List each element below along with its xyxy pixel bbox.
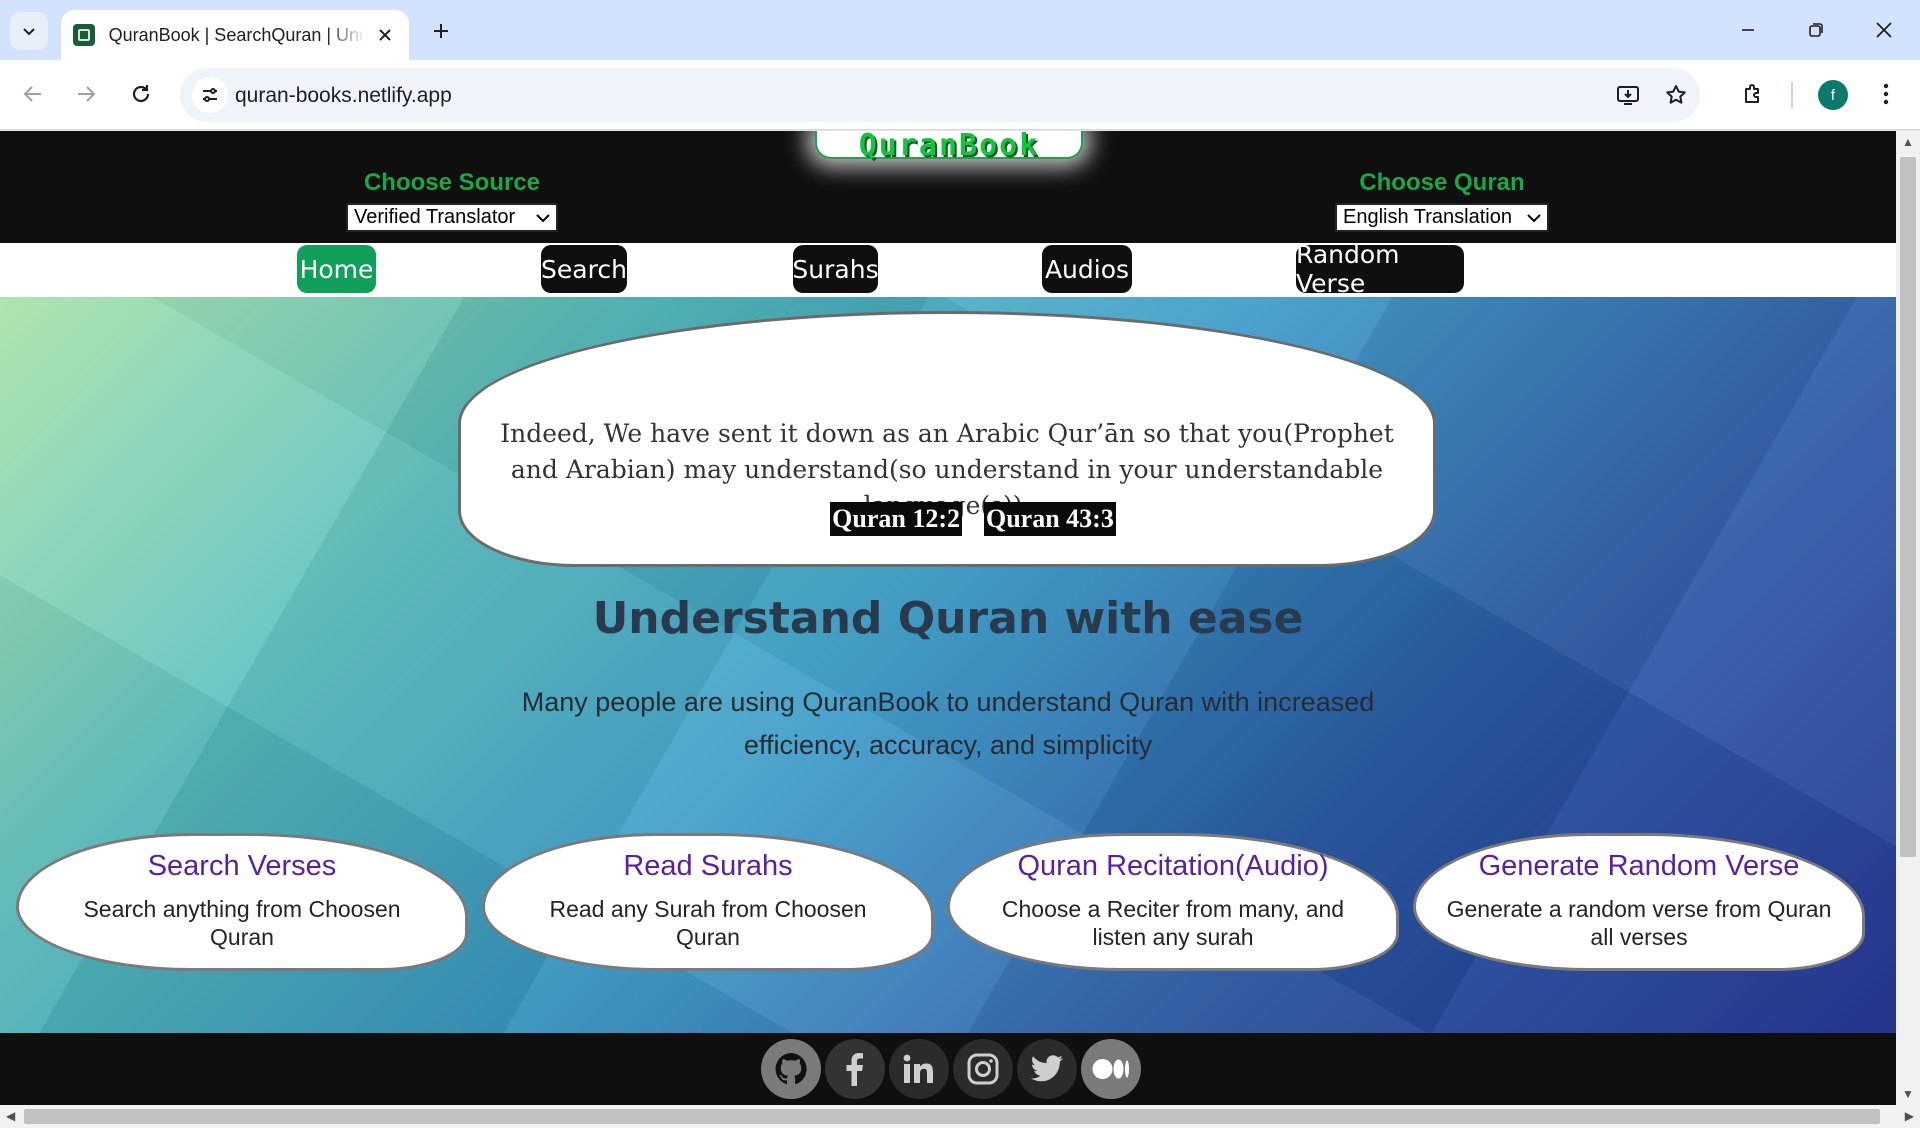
feature-card-search[interactable]: Search Verses Search anything from Choos… — [16, 833, 468, 971]
source-selected-value: Verified Translator — [354, 206, 516, 228]
scroll-up-arrow-icon[interactable]: ▲ — [1902, 135, 1914, 149]
feature-description: Choose a Reciter from many, and listen a… — [1001, 896, 1345, 950]
new-tab-button[interactable] — [424, 14, 458, 48]
feature-card-random[interactable]: Generate Random Verse Generate a random … — [1413, 833, 1865, 971]
nav-audios[interactable]: Audios — [1042, 245, 1132, 293]
choose-quran-group: Choose Quran English Translation — [1335, 169, 1549, 232]
more-vertical-icon — [1883, 83, 1889, 105]
verse-ref-link[interactable]: Quran 12:2 — [830, 502, 962, 536]
toolbar-divider — [1791, 82, 1793, 108]
logo-text: QuranBook — [858, 131, 1040, 163]
active-tab[interactable]: QuranBook | SearchQuran | Understand Qur… — [61, 10, 409, 60]
star-icon — [1666, 85, 1686, 104]
chevron-down-icon — [536, 213, 550, 222]
horizontal-scrollbar-thumb[interactable] — [24, 1109, 1880, 1124]
restore-icon — [1809, 23, 1823, 37]
arrow-left-icon — [23, 86, 41, 102]
quran-select[interactable]: English Translation — [1335, 203, 1549, 232]
install-app-button[interactable] — [1610, 77, 1646, 113]
minimize-button[interactable] — [1722, 8, 1774, 52]
nav-search[interactable]: Search — [541, 245, 627, 293]
feature-description: Search anything from Choosen Quran — [83, 896, 401, 950]
medium-link[interactable] — [1081, 1039, 1141, 1099]
quranbook-favicon-icon — [73, 24, 95, 46]
feature-title: Quran Recitation(Audio) — [1017, 850, 1329, 882]
hero-section: Indeed, We have sent it down as an Arabi… — [0, 297, 1896, 1033]
verse-references: Quran 12:2 Quran 43:3 — [461, 502, 1433, 536]
tab-search-button[interactable] — [10, 12, 48, 50]
nav-home[interactable]: Home — [297, 245, 376, 293]
vertical-scrollbar[interactable]: ▲ ▼ — [1896, 131, 1920, 1105]
browser-toolbar: quran-books.netlify.app f — [0, 60, 1920, 130]
puzzle-icon — [1745, 84, 1759, 103]
browser-tabstrip: QuranBook | SearchQuran | Understand Qur… — [0, 0, 1920, 60]
vertical-scrollbar-thumb[interactable] — [1900, 157, 1916, 857]
reload-icon — [132, 85, 150, 103]
install-icon — [1617, 86, 1639, 105]
tab-close-button[interactable] — [373, 23, 397, 47]
github-icon — [775, 1053, 807, 1085]
profile-avatar[interactable]: f — [1818, 80, 1848, 110]
feature-card-surahs[interactable]: Read Surahs Read any Surah from Choosen … — [482, 833, 934, 971]
main-nav: Home Search Surahs Audios Random Verse — [0, 240, 1896, 298]
scroll-right-arrow-icon[interactable]: ▶ — [1905, 1109, 1914, 1123]
forward-button[interactable] — [66, 74, 106, 114]
chevron-down-icon — [23, 28, 35, 36]
browser-menu-button[interactable] — [1866, 74, 1906, 114]
arrow-right-icon — [78, 86, 96, 102]
tune-icon — [203, 88, 217, 102]
reload-button[interactable] — [121, 74, 161, 114]
minimize-icon — [1742, 29, 1754, 31]
facebook-link[interactable] — [825, 1039, 885, 1099]
close-icon — [379, 29, 391, 41]
feature-description: Read any Surah from Choosen Quran — [549, 896, 867, 950]
quran-selected-value: English Translation — [1343, 206, 1512, 228]
hero-title: Understand Quran with ease — [592, 593, 1304, 644]
feature-card-audio[interactable]: Quran Recitation(Audio) Choose a Reciter… — [947, 833, 1399, 971]
verse-ref-link[interactable]: Quran 43:3 — [984, 502, 1116, 536]
site-header: QuranBook Choose Source Verified Transla… — [0, 131, 1896, 243]
feature-title: Read Surahs — [623, 850, 793, 882]
address-bar[interactable]: quran-books.netlify.app — [180, 68, 1700, 122]
horizontal-scrollbar[interactable]: ◀ ▶ — [0, 1105, 1920, 1128]
page-viewport: QuranBook Choose Source Verified Transla… — [0, 131, 1896, 1105]
restore-button[interactable] — [1790, 8, 1842, 52]
linkedin-icon — [903, 1054, 933, 1083]
twitter-link[interactable] — [1017, 1039, 1077, 1099]
feature-description: Generate a random verse from Quran all v… — [1446, 896, 1832, 950]
source-select[interactable]: Verified Translator — [346, 203, 558, 232]
chevron-down-icon — [1527, 213, 1541, 222]
plus-icon — [434, 24, 448, 38]
site-footer — [0, 1033, 1896, 1105]
quranbook-logo[interactable]: QuranBook — [815, 131, 1083, 163]
bookmark-button[interactable] — [1658, 77, 1694, 113]
twitter-icon — [1031, 1055, 1063, 1082]
choose-source-group: Choose Source Verified Translator — [346, 169, 558, 232]
nav-random-verse[interactable]: Random Verse — [1296, 240, 1464, 298]
tab-title: QuranBook | SearchQuran | Understand Qur… — [108, 24, 366, 45]
close-window-button[interactable] — [1858, 8, 1910, 52]
nav-surahs[interactable]: Surahs — [792, 245, 879, 293]
choose-quran-label: Choose Quran — [1359, 169, 1525, 196]
feature-title: Generate Random Verse — [1478, 850, 1800, 882]
instagram-link[interactable] — [953, 1039, 1013, 1099]
extensions-button[interactable] — [1733, 74, 1773, 114]
scroll-left-arrow-icon[interactable]: ◀ — [6, 1109, 15, 1123]
instagram-icon — [967, 1053, 999, 1085]
verse-card: Indeed, We have sent it down as an Arabi… — [458, 311, 1436, 567]
url-text: quran-books.netlify.app — [235, 84, 452, 107]
scroll-down-arrow-icon[interactable]: ▼ — [1902, 1087, 1914, 1101]
close-icon — [1876, 22, 1892, 38]
back-button[interactable] — [13, 74, 53, 114]
hero-subtitle: Many people are using QuranBook to under… — [521, 687, 1375, 760]
linkedin-link[interactable] — [889, 1039, 949, 1099]
feature-title: Search Verses — [147, 850, 337, 882]
choose-source-label: Choose Source — [363, 169, 541, 196]
site-info-button[interactable] — [192, 77, 228, 113]
facebook-icon — [846, 1053, 863, 1086]
medium-icon — [1092, 1059, 1129, 1079]
github-link[interactable] — [761, 1039, 821, 1099]
